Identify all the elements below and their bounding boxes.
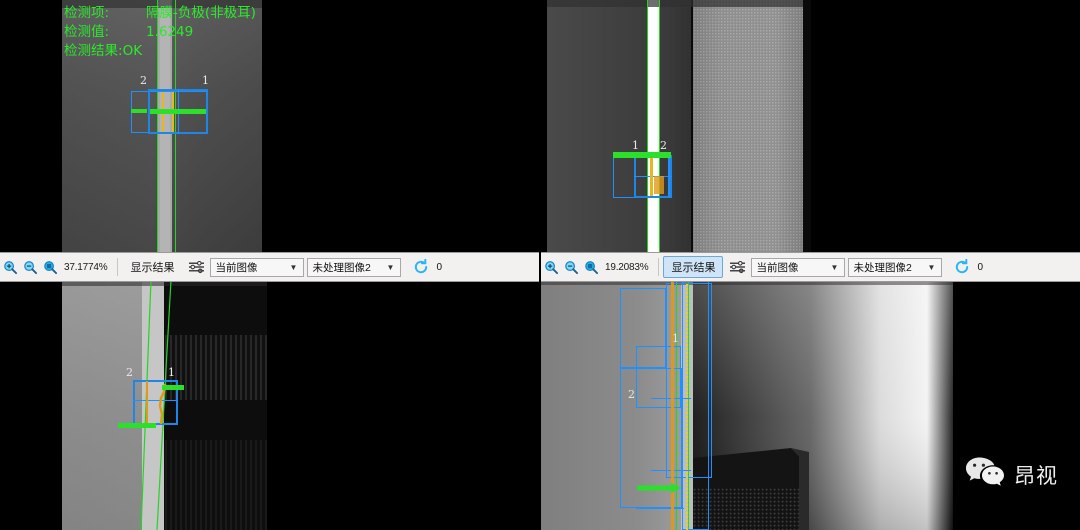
chevron-down-icon: ▼ — [927, 262, 936, 272]
refresh-counter-right: 0 — [977, 261, 984, 273]
edge-marker-b — [654, 176, 664, 194]
value-result: OK — [122, 43, 143, 59]
magnifier-minus-icon[interactable] — [561, 256, 581, 278]
image-panel-top-right[interactable]: 1 2 检测项:隔膜-负极(极耳) 检测值:1.21618 检测结果:OK — [541, 0, 1080, 252]
edge-line-left — [647, 0, 648, 252]
roi-index-1: 1 — [632, 139, 639, 152]
roi-index-2: 2 — [126, 366, 133, 379]
sliders-icon[interactable] — [726, 256, 748, 278]
label-value: 检测值: — [64, 24, 110, 40]
toolbar-left: 37.1774% 显示结果 当前图像 ▼ 未处理图像2 ▼ 0 — [0, 253, 539, 281]
label-result: 检测结果: — [64, 43, 123, 59]
watermark-text: 昂视 — [1014, 464, 1058, 488]
refresh-counter-left: 0 — [436, 261, 443, 273]
toolbar-right: 19.2083% 显示结果 当前图像 ▼ 未处理图像2 ▼ 0 — [541, 253, 1080, 281]
result-text-top-left: 检测项: 隔膜-负极(非极耳) 检测值: 1.6249 检测结果: OK — [64, 4, 256, 61]
measure-line-main — [613, 152, 671, 158]
roi-index-2: 2 — [140, 74, 147, 87]
image-panel-top-left[interactable]: 2 1 检测项: 隔膜-负极(非极耳) 检测值: 1.6249 检测结果: OK — [0, 0, 539, 252]
show-result-button-left[interactable]: 显示结果 — [122, 256, 182, 278]
panel-vertical-divider — [539, 0, 541, 530]
measure-line-top — [162, 385, 184, 390]
toolbar-divider — [658, 258, 660, 276]
chevron-down-icon: ▼ — [289, 262, 298, 272]
measure-line-bottom — [118, 423, 156, 428]
image-source-select-right[interactable]: 当前图像 ▼ — [751, 257, 846, 277]
inspection-app-window: 2 1 检测项: 隔膜-负极(非极耳) 检测值: 1.6249 检测结果:OK — [0, 0, 1080, 530]
measure-line-left — [131, 109, 147, 113]
image-source-select-left[interactable]: 当前图像 ▼ — [210, 257, 305, 277]
image-source-value: 当前图像 — [215, 261, 258, 274]
image-buffer-select-right[interactable]: 未处理图像2 ▼ — [848, 257, 943, 277]
roi-index-2: 2 — [628, 388, 635, 401]
magnifier-minus-icon[interactable] — [20, 256, 40, 278]
value-item: 隔膜-负极(非极耳) — [146, 5, 256, 21]
label-item: 检测项: — [64, 5, 110, 21]
image-source-value: 当前图像 — [756, 261, 799, 274]
image-buffer-select-left[interactable]: 未处理图像2 ▼ — [307, 257, 402, 277]
chevron-down-icon: ▼ — [830, 262, 839, 272]
edge-line-right — [659, 0, 660, 252]
roi-index-2: 2 — [660, 139, 667, 152]
wechat-icon — [965, 456, 1005, 494]
edge-contour — [158, 383, 167, 425]
roi-index-1: 1 — [202, 74, 209, 87]
roi-divider — [634, 176, 672, 177]
roi-index-1: 1 — [672, 332, 679, 345]
roi-divider-v — [669, 155, 670, 198]
overlay-bottom-left: 2 1 — [0, 280, 539, 530]
magnifier-fit-icon[interactable] — [581, 256, 601, 278]
image-buffer-value: 未处理图像2 — [312, 261, 371, 274]
sliders-icon[interactable] — [185, 256, 207, 278]
magnifier-fit-icon[interactable] — [40, 256, 60, 278]
image-buffer-value: 未处理图像2 — [853, 261, 912, 274]
chevron-down-icon: ▼ — [386, 262, 395, 272]
refresh-icon[interactable] — [410, 256, 432, 278]
toolbar-divider — [117, 258, 119, 276]
zoom-level-left: 37.1774% — [64, 261, 108, 273]
show-result-button-right[interactable]: 显示结果 — [663, 256, 724, 278]
value-measure: 1.6249 — [146, 24, 194, 40]
refresh-icon[interactable] — [951, 256, 973, 278]
magnifier-plus-icon[interactable] — [0, 256, 20, 278]
image-panel-bottom-left[interactable]: 2 1 检测项:隔膜-正极(非极耳) 检测值:2.61844 检测结果:OK — [0, 280, 539, 530]
edge-marker-a — [650, 158, 653, 196]
measure-line-main — [150, 109, 206, 114]
magnifier-plus-icon[interactable] — [541, 256, 561, 278]
overlay-top-right: 1 2 — [541, 0, 1080, 252]
zoom-level-right: 19.2083% — [605, 261, 649, 273]
roi-index-1: 1 — [168, 366, 175, 379]
watermark: 昂视 — [965, 456, 1058, 494]
